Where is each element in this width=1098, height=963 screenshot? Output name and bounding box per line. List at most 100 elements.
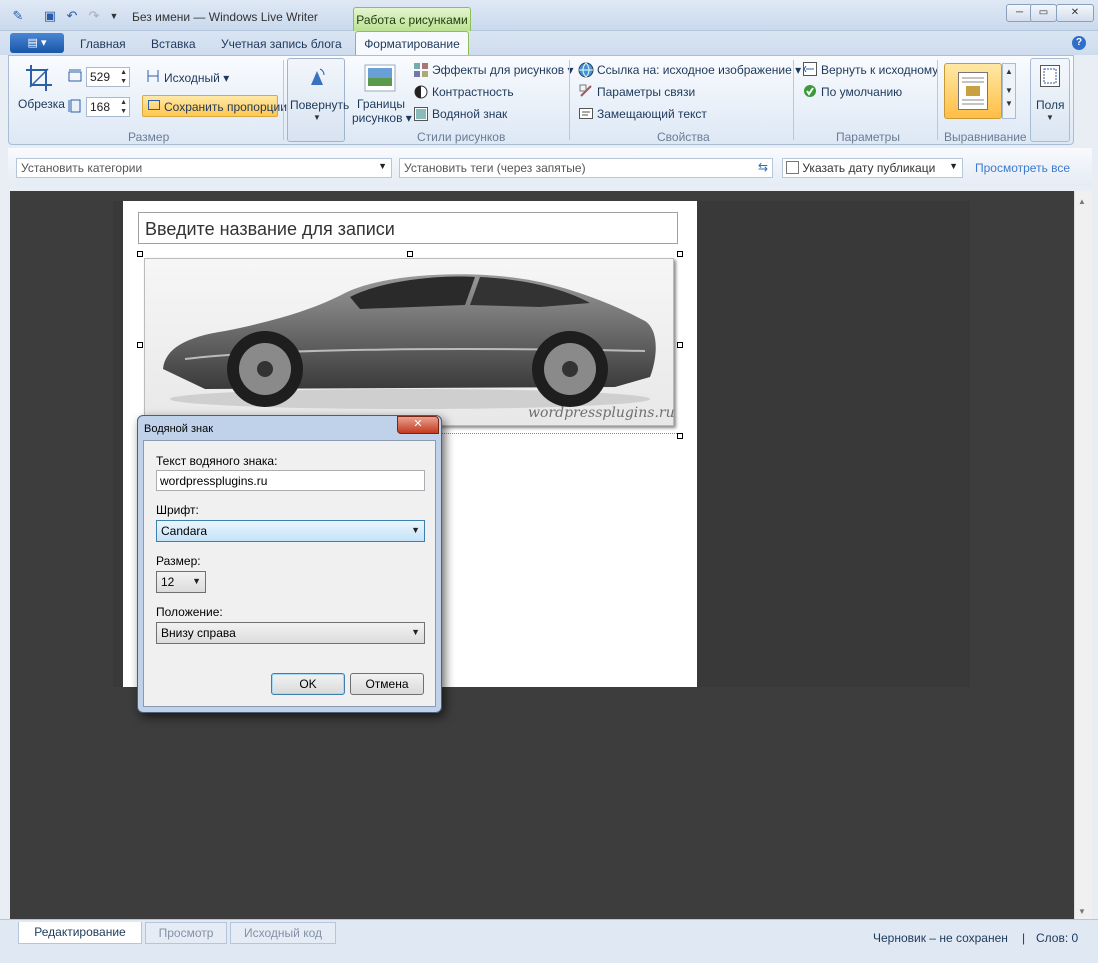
tab-blog-account[interactable]: Учетная запись блога [221, 37, 342, 51]
minimize-button[interactable]: ─ [1006, 4, 1033, 22]
picture-effects-dropdown[interactable]: Эффекты для рисунков ▾ [432, 63, 574, 77]
ribbon-separator [569, 60, 570, 140]
resize-handle[interactable] [407, 251, 413, 257]
dialog-title: Водяной знак [144, 423, 214, 435]
tab-source-view[interactable]: Исходный код [230, 922, 336, 944]
post-image[interactable] [144, 258, 674, 426]
chevron-down-icon: ▼ [192, 576, 201, 586]
group-label-alignment: Выравнивание [944, 130, 1027, 144]
publish-date-combo[interactable]: Указать дату публикаци ▼ [782, 158, 963, 178]
crop-button[interactable]: Обрезка [18, 97, 65, 111]
watermark-icon [414, 107, 428, 124]
height-icon [68, 99, 82, 116]
picture-effects-icon [414, 63, 428, 80]
editor-scrollbar[interactable]: ▲ ▼ [1074, 191, 1092, 919]
window-title: Без имени — Windows Live Writer [132, 10, 318, 24]
font-select[interactable]: Candara ▼ [156, 520, 425, 542]
word-count: Слов: 0 [1036, 931, 1079, 945]
group-label-properties: Свойства [657, 130, 710, 144]
watermark-text-label: Текст водяного знака: [156, 454, 278, 468]
app-menu-button[interactable]: ▤ ▾ [10, 33, 64, 53]
rotate-label: Повернуть [290, 98, 350, 112]
rotate-button[interactable]: Повернуть ▼ [287, 58, 349, 142]
picture-borders-label-2[interactable]: рисунков ▾ [352, 111, 412, 125]
tab-edit-view[interactable]: Редактирование [18, 922, 142, 944]
image-watermark-text: wordpressplugins.ru [528, 405, 675, 421]
proportions-icon [148, 100, 160, 110]
tab-preview-view[interactable]: Просмотр [145, 922, 227, 944]
original-size-icon [146, 69, 160, 86]
default-button[interactable]: По умолчанию [821, 85, 902, 99]
link-params-button[interactable]: Параметры связи [597, 85, 695, 99]
ribbon-separator [283, 60, 284, 140]
maximize-button[interactable]: ▭ [1030, 4, 1057, 22]
align-gallery-scroll[interactable]: ▲ ▼ ▼ [1002, 63, 1016, 119]
font-label: Шрифт: [156, 503, 199, 517]
selection-outline [440, 433, 677, 434]
group-label-size: Размер [128, 130, 170, 144]
status-separator: | [1022, 931, 1026, 945]
car-image [163, 274, 656, 409]
title-bar: ✎ ▣ ↶ ↷ ▼ Без имени — Windows Live Write… [0, 0, 1098, 31]
original-size-dropdown[interactable]: Исходный ▾ [164, 71, 229, 85]
context-tab-picture-tools: Работа с рисунками [353, 7, 471, 32]
dialog-close-button[interactable]: ✕ [397, 416, 439, 434]
publish-date-checkbox[interactable] [786, 161, 799, 174]
width-icon [68, 69, 82, 86]
chevron-down-icon: ▼ [378, 161, 387, 171]
margins-dropdown-icon: ▼ [1046, 113, 1054, 122]
watermark-button[interactable]: Водяной знак [432, 107, 507, 121]
refresh-tags-icon[interactable]: ⇆ [758, 160, 768, 174]
margins-button[interactable]: Поля ▼ [1030, 58, 1070, 142]
ok-button[interactable]: OK [271, 673, 345, 695]
ribbon-separator [793, 60, 794, 140]
quick-access-dropdown-icon[interactable]: ▼ [106, 8, 122, 24]
keep-proportions-toggle[interactable]: Сохранить пропорции [142, 95, 287, 117]
tab-home[interactable]: Главная [80, 37, 126, 51]
cancel-button[interactable]: Отмена [350, 673, 424, 695]
tab-formatting[interactable]: Форматирование [355, 31, 469, 57]
crop-icon[interactable] [24, 63, 54, 93]
tags-input[interactable]: Установить теги (через запятые) ⇆ [399, 158, 773, 178]
contrast-button[interactable]: Контрастность [432, 85, 514, 99]
post-title-input[interactable]: Введите название для записи [138, 212, 678, 244]
resize-handle[interactable] [677, 433, 683, 439]
help-icon[interactable]: ? [1072, 36, 1086, 50]
size-select[interactable]: 12 ▼ [156, 571, 206, 593]
revert-icon [803, 62, 817, 79]
keep-proportions-label: Сохранить пропорции [164, 100, 287, 114]
view-all-link[interactable]: Просмотреть все [975, 161, 1070, 175]
undo-icon[interactable]: ↶ [64, 8, 80, 24]
link-params-icon [579, 84, 593, 101]
watermark-text-input[interactable]: wordpressplugins.ru [156, 470, 425, 491]
ribbon-separator [937, 60, 938, 140]
categories-combo[interactable]: Установить категории ▼ [16, 158, 392, 178]
default-check-icon [803, 84, 817, 101]
redo-icon[interactable]: ↷ [86, 8, 102, 24]
margins-label: Поля [1036, 98, 1065, 112]
size-label: Размер: [156, 554, 201, 568]
tab-insert[interactable]: Вставка [151, 37, 196, 51]
close-button[interactable]: ✕ [1056, 4, 1094, 22]
resize-handle[interactable] [137, 342, 143, 348]
contrast-icon [414, 85, 428, 102]
chevron-down-icon: ▼ [411, 627, 420, 637]
height-input[interactable]: 168 ▲ ▼ [86, 97, 130, 117]
position-select[interactable]: Внизу справа ▼ [156, 622, 425, 644]
align-gallery-item[interactable] [944, 63, 1002, 119]
chevron-down-icon: ▼ [411, 525, 420, 535]
resize-handle[interactable] [677, 251, 683, 257]
margins-icon [1040, 65, 1060, 90]
align-inline-icon [958, 72, 988, 113]
chevron-down-icon: ▼ [949, 161, 958, 171]
revert-to-original-button[interactable]: Вернуть к исходному [821, 63, 938, 77]
save-icon[interactable]: ▣ [42, 8, 58, 24]
resize-handle[interactable] [677, 342, 683, 348]
link-to-dropdown[interactable]: Ссылка на: исходное изображение ▾ [597, 63, 801, 77]
width-input[interactable]: 529 ▲ ▼ [86, 67, 130, 87]
app-logo-icon[interactable]: ✎ [10, 8, 26, 24]
rotate-icon [308, 67, 326, 90]
alt-text-button[interactable]: Замещающий текст [597, 107, 707, 121]
resize-handle[interactable] [137, 251, 143, 257]
picture-borders-label-1[interactable]: Границы [357, 97, 405, 111]
